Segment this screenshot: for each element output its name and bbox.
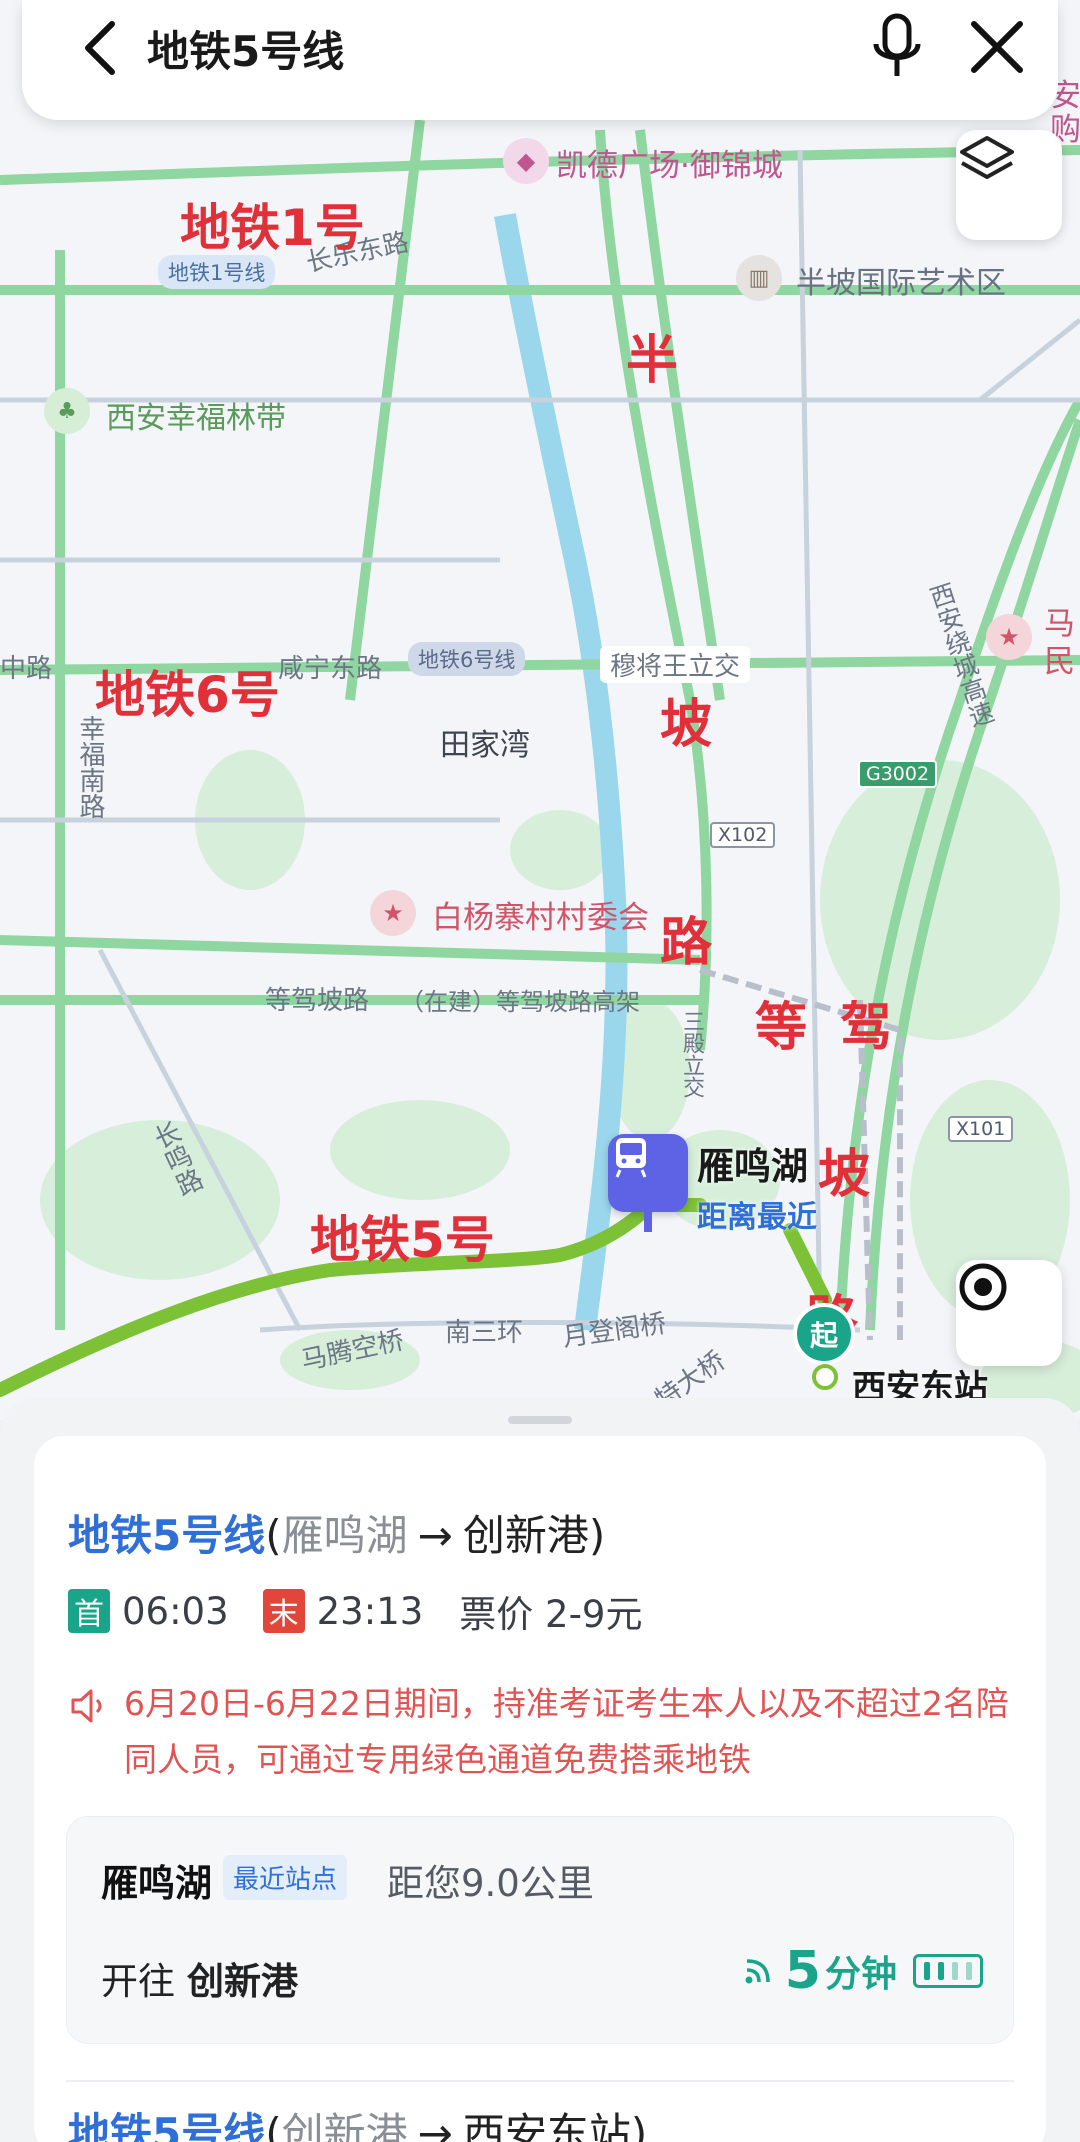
train-icon — [615, 1138, 647, 1178]
first-train-tag: 首 — [68, 1589, 110, 1633]
park-pin-icon[interactable]: ♣ — [44, 388, 90, 434]
annotation-po1: 坡 — [660, 695, 713, 755]
direction-terminal: 创新港 — [187, 1960, 298, 2003]
annotation-deng: 等 — [755, 998, 808, 1058]
line-info-panel[interactable]: 地铁5号线(雁鸣湖 → 创新港) 首 06:03 末 23:13 票价 2-9元 6… — [0, 1398, 1080, 2142]
line-title-a[interactable]: 地铁5号线(雁鸣湖 → 创新港) — [68, 1502, 605, 1563]
annotation-ban: 半 — [626, 331, 679, 391]
road-nansanhuan: 南三环 — [445, 1318, 524, 1348]
museum-pin-icon[interactable]: ▥ — [736, 255, 782, 301]
voice-search-button[interactable] — [862, 10, 932, 85]
fare-text: 票价 2-9元 — [459, 1593, 643, 1636]
line1-badge: 地铁1号线 — [158, 255, 276, 289]
road-xianning-east: 咸宁东路 — [278, 654, 383, 684]
line-from-b: 创新港 — [281, 2109, 408, 2142]
station-distance: 距您9.0公里 — [387, 1862, 594, 1905]
notice-text: 6月20日-6月22日期间，持准考证考生本人以及不超过2名陪同人员，可通过专用绿… — [124, 1684, 1009, 1779]
shield-x102: X102 — [710, 822, 776, 848]
station-name: 雁鸣湖 — [101, 1862, 212, 1905]
poi-xingfu[interactable]: 西安幸福林带 — [106, 393, 286, 437]
search-bar[interactable]: 地铁5号线 — [22, 0, 1058, 120]
annotation-line5: 地铁5号 — [310, 1211, 495, 1269]
microphone-icon — [873, 13, 921, 76]
nearest-label: 距离最近 — [697, 1200, 817, 1235]
speaker-icon — [71, 1689, 102, 1723]
back-arrow-icon — [85, 21, 115, 75]
service-times: 首 06:03 末 23:13 票价 2-9元 — [68, 1584, 642, 1638]
first-train-time: 06:03 — [122, 1589, 229, 1633]
start-marker[interactable]: 起 — [793, 1303, 855, 1365]
arrow-icon: → — [417, 1511, 453, 1560]
arrival-info: 5 分钟 — [741, 1941, 983, 2001]
locate-button[interactable] — [956, 1260, 1062, 1366]
locate-icon — [959, 1263, 1007, 1311]
road-xingfu-south: 幸福南路 — [75, 715, 105, 819]
road-dengjiapo: 等驾坡路 — [265, 986, 370, 1016]
search-query-text[interactable]: 地铁5号线 — [147, 18, 344, 79]
road-dengjiapo-elevated: （在建）等驾坡路高架 — [400, 988, 640, 1016]
annotation-line1: 地铁1号 — [180, 199, 365, 257]
line-name-b: 地铁5号线 — [68, 2109, 266, 2142]
nearest-station-box[interactable]: 雁鸣湖 最近站点 距您9.0公里 开往 创新港 5 分钟 — [66, 1816, 1014, 2044]
direction: 开往 创新港 — [101, 1951, 298, 2005]
paren-close: ) — [588, 1511, 606, 1560]
close-button[interactable] — [962, 12, 1032, 82]
paren-open: ( — [265, 1511, 282, 1560]
road-partial-zhonglu: 中路 — [0, 654, 53, 684]
realtime-signal-icon — [745, 1959, 770, 1984]
annotation-jia: 驾 — [840, 998, 893, 1058]
layers-button[interactable] — [956, 130, 1062, 240]
paren-open-b: ( — [265, 2109, 282, 2142]
line6-badge: 地铁6号线 — [408, 642, 526, 676]
road-sandian: 三殿立交 — [679, 1010, 704, 1098]
shield-x101: X101 — [948, 1116, 1014, 1142]
gov-pin-icon-right[interactable]: ★ — [986, 614, 1032, 660]
last-train-time: 23:13 — [316, 1589, 424, 1633]
line-card[interactable]: 地铁5号线(雁鸣湖 → 创新港) 首 06:03 末 23:13 票价 2-9元 6… — [34, 1436, 1046, 2142]
drag-handle[interactable] — [508, 1416, 572, 1424]
annotation-line6: 地铁6号 — [95, 666, 280, 724]
road-muqiang: 穆将王立交 — [600, 646, 751, 683]
notice[interactable]: 6月20日-6月22日期间，持准考证考生本人以及不超过2名陪同人员，可通过专用绿… — [68, 1676, 1028, 1788]
annotation-lu1: 路 — [660, 913, 713, 973]
last-train-tag: 末 — [262, 1589, 305, 1633]
poi-baiyangzhai[interactable]: 白杨寨村村委会 — [432, 892, 649, 937]
station-marker-stem — [644, 1212, 652, 1232]
line-to-b: 西安东站 — [462, 2109, 631, 2142]
crowding-icon — [913, 1954, 983, 1988]
line-to: 创新港 — [462, 1511, 589, 1560]
back-button[interactable] — [72, 12, 132, 82]
metro-station-marker-icon[interactable] — [608, 1134, 688, 1212]
layers-icon — [960, 136, 1014, 179]
area-tianjiawan: 田家湾 — [440, 728, 530, 763]
gov-pin-icon[interactable]: ★ — [370, 890, 416, 936]
line-from: 雁鸣湖 — [281, 1511, 408, 1560]
poi-kaide[interactable]: 凯德广场·御锦城 — [556, 140, 783, 185]
xian-east-dot-icon — [812, 1364, 838, 1390]
direction-prefix: 开往 — [101, 1960, 175, 2003]
poi-min: 民 — [1044, 644, 1075, 680]
close-icon — [971, 21, 1023, 73]
nearest-station-badge: 最近站点 — [223, 1855, 348, 1900]
shopping-pin-icon[interactable]: ◆ — [503, 138, 549, 184]
line-name: 地铁5号线 — [68, 1511, 266, 1560]
poi-banpo-art[interactable]: 半坡国际艺术区 — [796, 258, 1006, 302]
app-root: ◆ 凯德广场·御锦城 ▥ 半坡国际艺术区 ♣ 西安幸福林带 ★ 白杨寨村村委会 … — [0, 0, 1080, 2142]
arrow-icon-b: → — [417, 2109, 453, 2142]
map-view[interactable]: ◆ 凯德广场·御锦城 ▥ 半坡国际艺术区 ♣ 西安幸福林带 ★ 白杨寨村村委会 … — [0, 0, 1080, 1420]
line-title-b[interactable]: 地铁5号线(创新港 → 西安东站) — [68, 2100, 647, 2142]
shield-g3002: G3002 — [858, 760, 938, 788]
annotation-po2: 坡 — [818, 1145, 871, 1205]
arrival-unit: 分钟 — [824, 1954, 897, 1995]
arrival-minutes: 5 — [784, 1941, 821, 2001]
area-yanminghu[interactable]: 雁鸣湖 — [697, 1136, 808, 1190]
paren-close-b: ) — [630, 2109, 648, 2142]
divider — [66, 2080, 1014, 2082]
